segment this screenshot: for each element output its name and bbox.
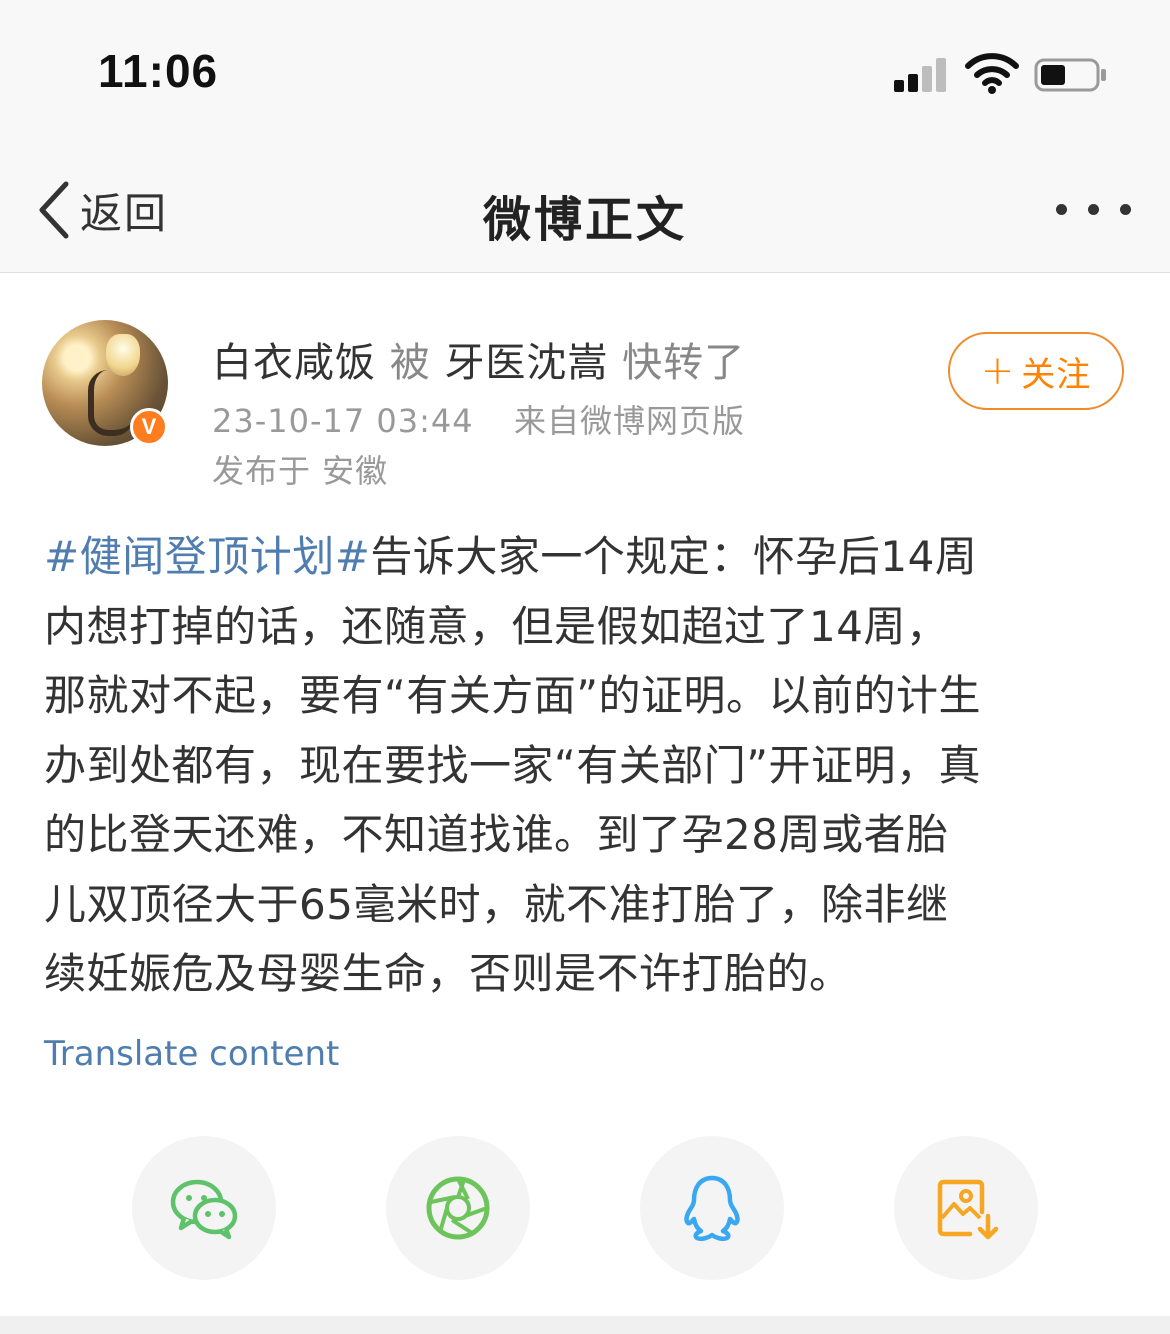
post-line-1-text: 告诉大家一个规定：怀孕后14周 [370, 532, 978, 581]
cellular-signal-icon [894, 58, 950, 92]
follow-button[interactable]: + 关注 [948, 332, 1124, 410]
post-line-1: #健闻登顶计划#告诉大家一个规定：怀孕后14周 [44, 522, 1130, 592]
repost-by-word: 被 [389, 340, 431, 386]
post-source: 来自微博网页版 [513, 402, 745, 440]
post-line-5: 的比登天还难，不知道找谁。到了孕28周或者胎 [44, 810, 949, 859]
post-body: #健闻登顶计划#告诉大家一个规定：怀孕后14周 内想打掉的话，还随意，但是假如超… [44, 522, 1130, 1009]
verified-badge-icon: V [130, 408, 168, 446]
moments-icon [426, 1176, 490, 1240]
plus-icon: + [980, 348, 1016, 394]
wechat-icon [170, 1179, 238, 1240]
more-options-icon[interactable] [1056, 202, 1132, 218]
post-meta: 23-10-17 03:44 来自微博网页版 [212, 396, 745, 442]
battery-icon [1034, 58, 1106, 92]
status-time: 11:06 [98, 45, 219, 97]
bottom-divider [0, 1316, 1170, 1334]
follow-label: 关注 [1021, 354, 1092, 395]
author-name[interactable]: 白衣咸饭 [212, 340, 376, 386]
post-line-2: 内想打掉的话，还随意，但是假如超过了14周， [44, 601, 949, 651]
share-row [0, 1136, 1170, 1280]
translate-content-link[interactable]: Translate content [44, 1034, 339, 1074]
page-title: 微博正文 [482, 192, 687, 248]
save-image-icon [937, 1179, 999, 1240]
post-timestamp: 23-10-17 03:44 [212, 402, 474, 440]
share-qq-button[interactable] [640, 1136, 784, 1280]
hashtag-link[interactable]: #健闻登顶计划# [44, 532, 370, 581]
qq-icon [684, 1175, 740, 1242]
share-moments-button[interactable] [386, 1136, 530, 1280]
save-image-button[interactable] [894, 1136, 1038, 1280]
status-bar: 11:06 [0, 0, 1170, 150]
post-line-6: 儿双顶径大于65毫米时，就不准打胎了，除非继 [44, 879, 949, 929]
reposter-name[interactable]: 牙医沈嵩 [444, 340, 608, 386]
post-location: 发布于 安徽 [212, 452, 389, 490]
avatar-lamp-arm [88, 370, 134, 436]
status-icons [894, 52, 1114, 96]
post-line-4: 办到处都有，现在要找一家“有关部门”开证明，真 [44, 740, 982, 790]
share-wechat-button[interactable] [132, 1136, 276, 1280]
wifi-icon [965, 53, 1019, 94]
post-line-3: 那就对不起，要有“有关方面”的证明。以前的计生 [44, 671, 982, 720]
post-line-7: 续妊娠危及母婴生命，否则是不许打胎的。 [44, 949, 852, 998]
post-header: V 白衣咸饭 被 牙医沈嵩 快转了 23-10-17 03:44 来自微博网页版… [0, 272, 1170, 502]
repost-action: 快转了 [622, 340, 746, 386]
repost-line: 白衣咸饭 被 牙医沈嵩 快转了 [212, 330, 745, 388]
nav-bar: 返回 微博正文 [0, 150, 1170, 273]
